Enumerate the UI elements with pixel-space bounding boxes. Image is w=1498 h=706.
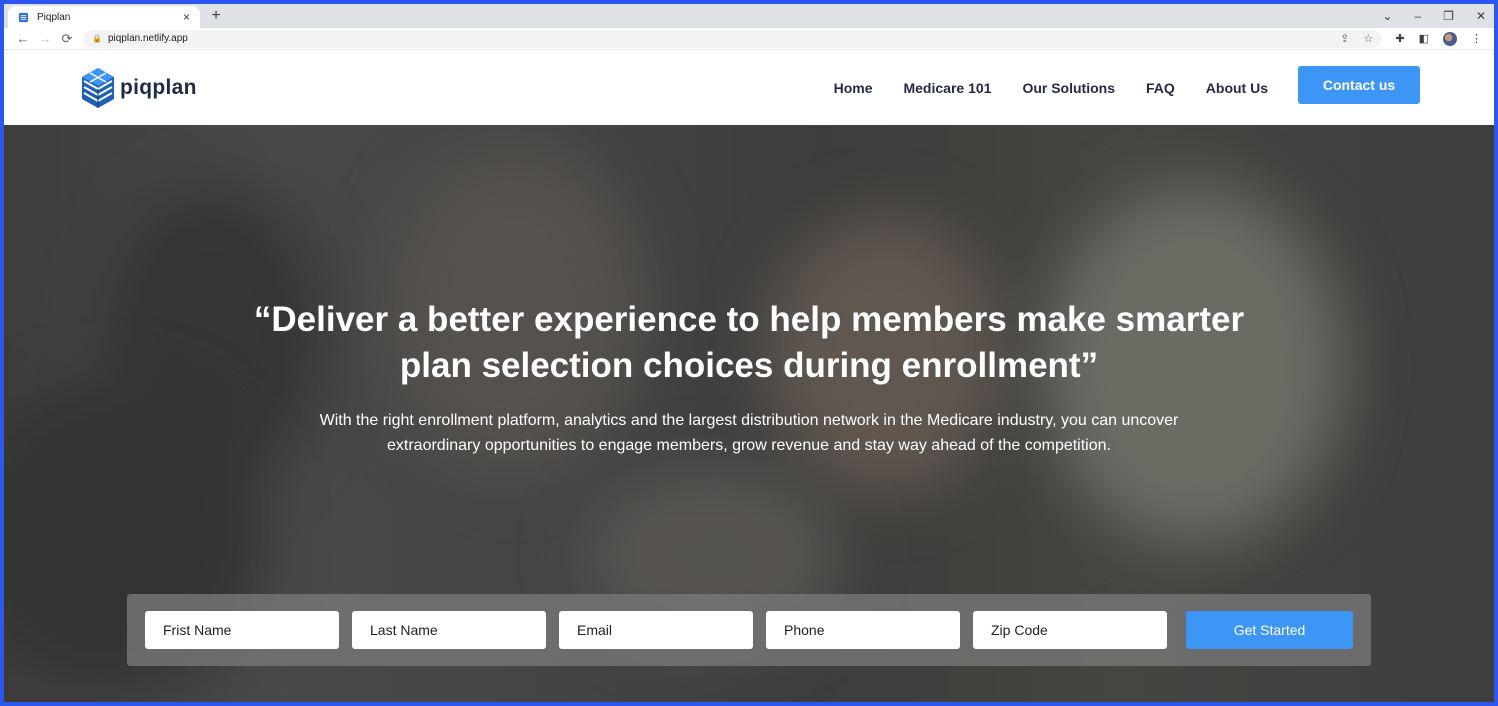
- extensions-puzzle-icon[interactable]: ✚: [1395, 32, 1404, 45]
- back-icon[interactable]: ←: [12, 31, 34, 46]
- hero-subtext: With the right enrollment platform, anal…: [4, 408, 1494, 458]
- logo-text: piqplan: [120, 76, 197, 99]
- side-panel-icon[interactable]: ◧: [1419, 32, 1429, 45]
- nav-home[interactable]: Home: [834, 80, 873, 96]
- restore-button[interactable]: ❐: [1443, 9, 1454, 23]
- address-toolbar: ← → ⟳ 🔒 piqplan.netlify.app ⇪ ☆ ✚ ◧ ⋮: [4, 28, 1494, 50]
- hero-headline: “Deliver a better experience to help mem…: [4, 297, 1494, 389]
- tab-search-icon[interactable]: ⌄: [1382, 9, 1392, 23]
- tab-strip: Piqplan × + ⌄ – ❐ ✕: [4, 4, 1494, 28]
- get-started-button[interactable]: Get Started: [1186, 611, 1353, 649]
- zip-code-field[interactable]: [973, 611, 1167, 649]
- lock-icon: 🔒: [92, 34, 102, 43]
- browser-menu-icon[interactable]: ⋮: [1471, 32, 1482, 45]
- bookmark-star-icon[interactable]: ☆: [1364, 32, 1374, 45]
- hero-section: “Deliver a better experience to help mem…: [4, 125, 1494, 702]
- first-name-field[interactable]: [145, 611, 339, 649]
- url-text[interactable]: piqplan.netlify.app: [108, 33, 1326, 44]
- main-nav: Home Medicare 101 Our Solutions FAQ Abou…: [834, 50, 1268, 125]
- window-controls: ⌄ – ❐ ✕: [1382, 4, 1486, 28]
- hero-subtext-line1: With the right enrollment platform, anal…: [319, 412, 1179, 429]
- nav-medicare-101[interactable]: Medicare 101: [903, 80, 991, 96]
- contact-us-button[interactable]: Contact us: [1298, 66, 1420, 104]
- close-window-button[interactable]: ✕: [1476, 9, 1486, 23]
- signup-form: Get Started: [127, 594, 1371, 666]
- browser-tab[interactable]: Piqplan ×: [8, 6, 200, 28]
- browser-window: Piqplan × + ⌄ – ❐ ✕ ← → ⟳ 🔒 piqplan.netl…: [4, 4, 1494, 702]
- hero-headline-line1: “Deliver a better experience to help mem…: [253, 300, 1245, 339]
- site-favicon-icon: [18, 12, 29, 22]
- profile-avatar[interactable]: [1443, 31, 1457, 46]
- site-header: piqplan Home Medicare 101 Our Solutions …: [4, 50, 1494, 125]
- forward-icon[interactable]: →: [34, 31, 56, 46]
- omnibox[interactable]: 🔒 piqplan.netlify.app ⇪ ☆: [84, 29, 1382, 48]
- nav-our-solutions[interactable]: Our Solutions: [1022, 80, 1115, 96]
- site-logo[interactable]: piqplan: [80, 67, 197, 109]
- phone-field[interactable]: [766, 611, 960, 649]
- last-name-field[interactable]: [352, 611, 546, 649]
- hero-headline-line2: plan selection choices during enrollment…: [399, 346, 1099, 385]
- new-tab-button[interactable]: +: [206, 6, 226, 26]
- tab-title: Piqplan: [37, 11, 71, 23]
- minimize-button[interactable]: –: [1414, 9, 1421, 23]
- hero-subtext-line2: extraordinary opportunities to engage me…: [387, 437, 1111, 454]
- tab-close-icon[interactable]: ×: [183, 10, 190, 24]
- logo-cube-icon: [82, 68, 114, 108]
- nav-about-us[interactable]: About Us: [1206, 80, 1268, 96]
- share-icon[interactable]: ⇪: [1340, 32, 1349, 45]
- toolbar-icons: ✚ ◧ ⋮: [1395, 31, 1482, 46]
- reload-icon[interactable]: ⟳: [56, 31, 78, 47]
- nav-faq[interactable]: FAQ: [1146, 80, 1175, 96]
- email-field[interactable]: [559, 611, 753, 649]
